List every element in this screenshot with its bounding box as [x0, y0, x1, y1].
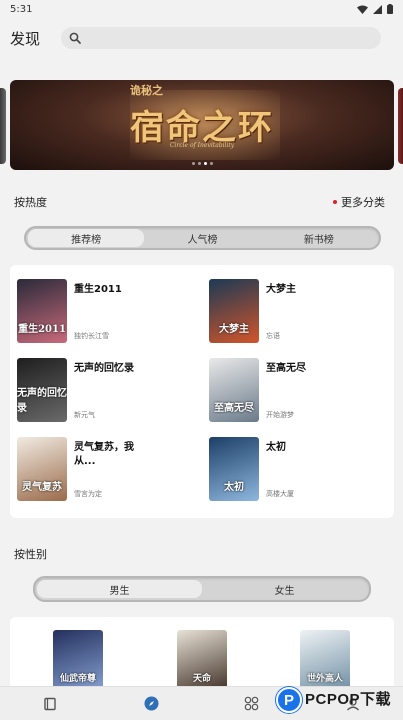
- tab-label: 男生: [109, 585, 130, 597]
- book-cover-text: 无声的回忆录: [17, 388, 67, 414]
- banner-prev-peek[interactable]: [0, 88, 6, 164]
- book-item[interactable]: 无声的回忆录 无声的回忆录 新元气: [17, 358, 209, 437]
- book-cover: 无声的回忆录: [17, 358, 67, 422]
- book-title: 至高无尽: [266, 363, 306, 374]
- nav-bookshelf[interactable]: [20, 687, 80, 720]
- tab-female[interactable]: 女生: [202, 580, 367, 598]
- tab-male[interactable]: 男生: [37, 580, 202, 598]
- book-title: 灵气复苏，我从...: [74, 442, 134, 467]
- tab-popular[interactable]: 人气榜: [144, 229, 260, 247]
- banner-next-peek[interactable]: [398, 88, 403, 164]
- gender-tabs: 男生 女生: [33, 576, 371, 602]
- book-author: 独钓长江雪: [74, 332, 109, 340]
- book-item[interactable]: 太初 太初高楼大厦: [209, 437, 394, 516]
- hot-section-title: 按热度: [14, 196, 47, 209]
- red-dot-icon: [333, 200, 337, 204]
- book-item[interactable]: 重生2011 重生2011 独钓长江雪: [17, 279, 209, 358]
- battery-icon: [387, 4, 393, 14]
- book-cover: 大梦主: [209, 279, 259, 343]
- tab-new-books[interactable]: 新书榜: [261, 229, 377, 247]
- banner-slide[interactable]: 诡秘之 宿命之环 Circle of Inevitability: [10, 80, 394, 170]
- more-categories-link[interactable]: 更多分类: [333, 194, 385, 210]
- book-cover-text: 大梦主: [219, 324, 249, 335]
- status-icons: [357, 4, 393, 14]
- bookshelf-icon: [44, 697, 57, 710]
- wifi-icon: [357, 5, 368, 14]
- search-box[interactable]: [61, 27, 381, 49]
- book-title: 无声的回忆录: [74, 363, 134, 374]
- watermark-text: PCPOP下载: [305, 691, 392, 708]
- book-cover-text: 太初: [224, 482, 244, 493]
- book-cover: 重生2011: [17, 279, 67, 343]
- pcpop-watermark: P PCPOP下载: [276, 684, 391, 716]
- book-author: 开始游梦: [266, 411, 294, 419]
- banner-series-text: 诡秘之: [130, 84, 163, 97]
- book-cover[interactable]: 天命: [177, 630, 227, 694]
- status-bar: 5:31: [0, 0, 403, 18]
- nav-category[interactable]: [222, 687, 282, 720]
- banner-subtitle: Circle of Inevitability: [169, 142, 235, 149]
- banner-dot: [191, 162, 195, 165]
- tab-recommended[interactable]: 推荐榜: [28, 229, 145, 247]
- status-time: 5:31: [10, 3, 33, 15]
- category-icon: [245, 696, 259, 711]
- nav-discover[interactable]: [121, 687, 181, 720]
- gender-section-header: 按性别: [14, 546, 385, 562]
- banner-carousel[interactable]: 诡秘之 宿命之环 Circle of Inevitability: [0, 80, 403, 170]
- book-author: 忘语: [266, 332, 280, 340]
- book-item[interactable]: 灵气复苏 灵气复苏，我从... 雪言为定: [17, 437, 209, 516]
- tab-label: 新书榜: [303, 234, 334, 246]
- tab-label: 人气榜: [187, 234, 218, 246]
- book-title: 大梦主: [266, 284, 296, 295]
- book-item[interactable]: 至高无尽 至高无尽开始游梦: [209, 358, 394, 437]
- book-cover[interactable]: 仙武帝尊: [53, 630, 103, 694]
- search-icon: [69, 32, 81, 44]
- ranking-tabs: 推荐榜 人气榜 新书榜: [24, 226, 381, 250]
- search-input[interactable]: [87, 31, 381, 45]
- book-cover: 灵气复苏: [17, 437, 67, 501]
- compass-icon: [144, 696, 159, 711]
- gender-section-title: 按性别: [14, 548, 47, 561]
- book-cover: 太初: [209, 437, 259, 501]
- book-title: 太初: [266, 442, 286, 453]
- signal-icon: [373, 4, 382, 14]
- ranking-card: 重生2011 重生2011 独钓长江雪 大梦主 大梦主忘语 无声的回忆录 无声的回…: [10, 265, 394, 518]
- book-cover-text: 灵气复苏: [22, 482, 62, 493]
- banner-dot: [203, 162, 207, 165]
- watermark-logo: P: [276, 687, 302, 713]
- banner-dot: [197, 162, 201, 165]
- tab-label: 推荐榜: [71, 234, 102, 246]
- banner-dot: [209, 162, 213, 165]
- page-title: 发现: [10, 29, 41, 48]
- book-cover-text: 重生2011: [18, 324, 66, 335]
- hot-section-header: 按热度 更多分类: [14, 194, 385, 210]
- banner-page-indicator: [10, 162, 394, 165]
- more-categories-label: 更多分类: [341, 196, 385, 209]
- book-title: 重生2011: [74, 284, 122, 295]
- header: 发现: [0, 22, 403, 54]
- tab-label: 女生: [274, 585, 295, 597]
- book-cover: 至高无尽: [209, 358, 259, 422]
- book-author: 雪言为定: [74, 490, 102, 498]
- book-author: 新元气: [74, 411, 95, 419]
- book-cover-text: 至高无尽: [214, 403, 254, 414]
- book-author: 高楼大厦: [266, 490, 294, 498]
- book-item[interactable]: 大梦主 大梦主忘语: [209, 279, 394, 358]
- book-grid: 重生2011 重生2011 独钓长江雪 大梦主 大梦主忘语 无声的回忆录 无声的回…: [17, 279, 394, 516]
